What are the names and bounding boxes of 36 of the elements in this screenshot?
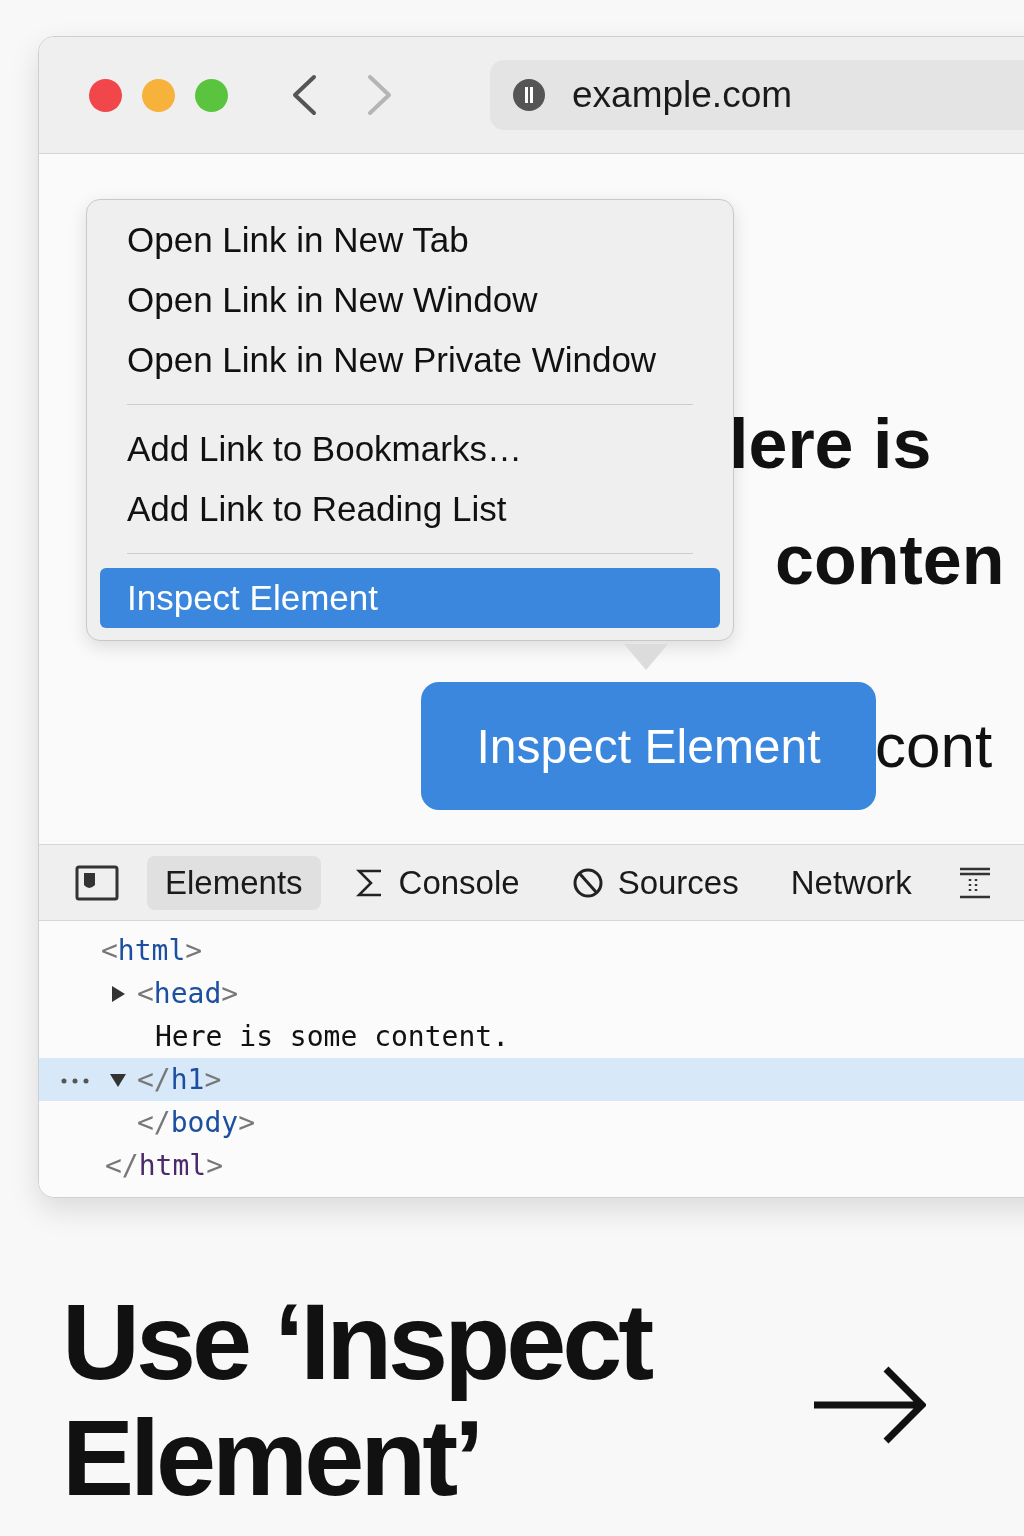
html-tag: <head> xyxy=(137,977,239,1010)
page-text: cont xyxy=(875,710,993,782)
page-text: conten xyxy=(775,520,1005,601)
dom-row[interactable]: <head> xyxy=(39,972,1024,1015)
callout-button[interactable]: Inspect Element xyxy=(421,682,876,810)
devtools-tab[interactable]: Sources xyxy=(553,855,757,910)
arrow-icon xyxy=(812,1365,926,1445)
dom-row[interactable]: <html> xyxy=(39,929,1024,972)
layout-icon xyxy=(957,865,992,900)
html-tag: <html> xyxy=(101,934,203,967)
devtools-tab[interactable]: Console xyxy=(336,855,538,910)
blocked-icon xyxy=(571,866,604,899)
dom-row[interactable]: </body> xyxy=(39,1101,1024,1144)
window-control-icon[interactable] xyxy=(89,78,122,112)
menu-item[interactable]: Inspect Element xyxy=(100,568,720,628)
menu-item[interactable]: Open Link in New Private Window xyxy=(87,330,733,390)
info-icon[interactable] xyxy=(512,78,546,112)
more-icon xyxy=(61,1078,91,1084)
url-text: example.com xyxy=(572,74,793,116)
dom-row[interactable]: </html> xyxy=(39,1144,1024,1187)
devtools-tab[interactable]: Elements xyxy=(147,855,321,910)
callout-pointer xyxy=(624,644,668,670)
expand-icon[interactable] xyxy=(109,985,127,1003)
html-tag: </html> xyxy=(105,1149,223,1182)
address-bar[interactable]: example.com xyxy=(490,60,1024,130)
menu-item[interactable]: Open Link in New Tab xyxy=(87,210,733,270)
dock-icon xyxy=(75,864,119,901)
collapse-icon[interactable] xyxy=(109,1071,127,1089)
dom-row[interactable]: </h1> xyxy=(39,1058,1024,1101)
devtools-tab[interactable]: Network xyxy=(772,855,930,910)
text-content: Here is some content. xyxy=(155,1020,509,1053)
back-button[interactable] xyxy=(290,74,318,116)
menu-item[interactable]: Open Link in New Window xyxy=(87,270,733,330)
html-tag: </h1> xyxy=(137,1063,222,1096)
html-tag: </body> xyxy=(137,1106,255,1139)
caption-title: Use ‘Inspect Element’ xyxy=(62,1284,652,1516)
